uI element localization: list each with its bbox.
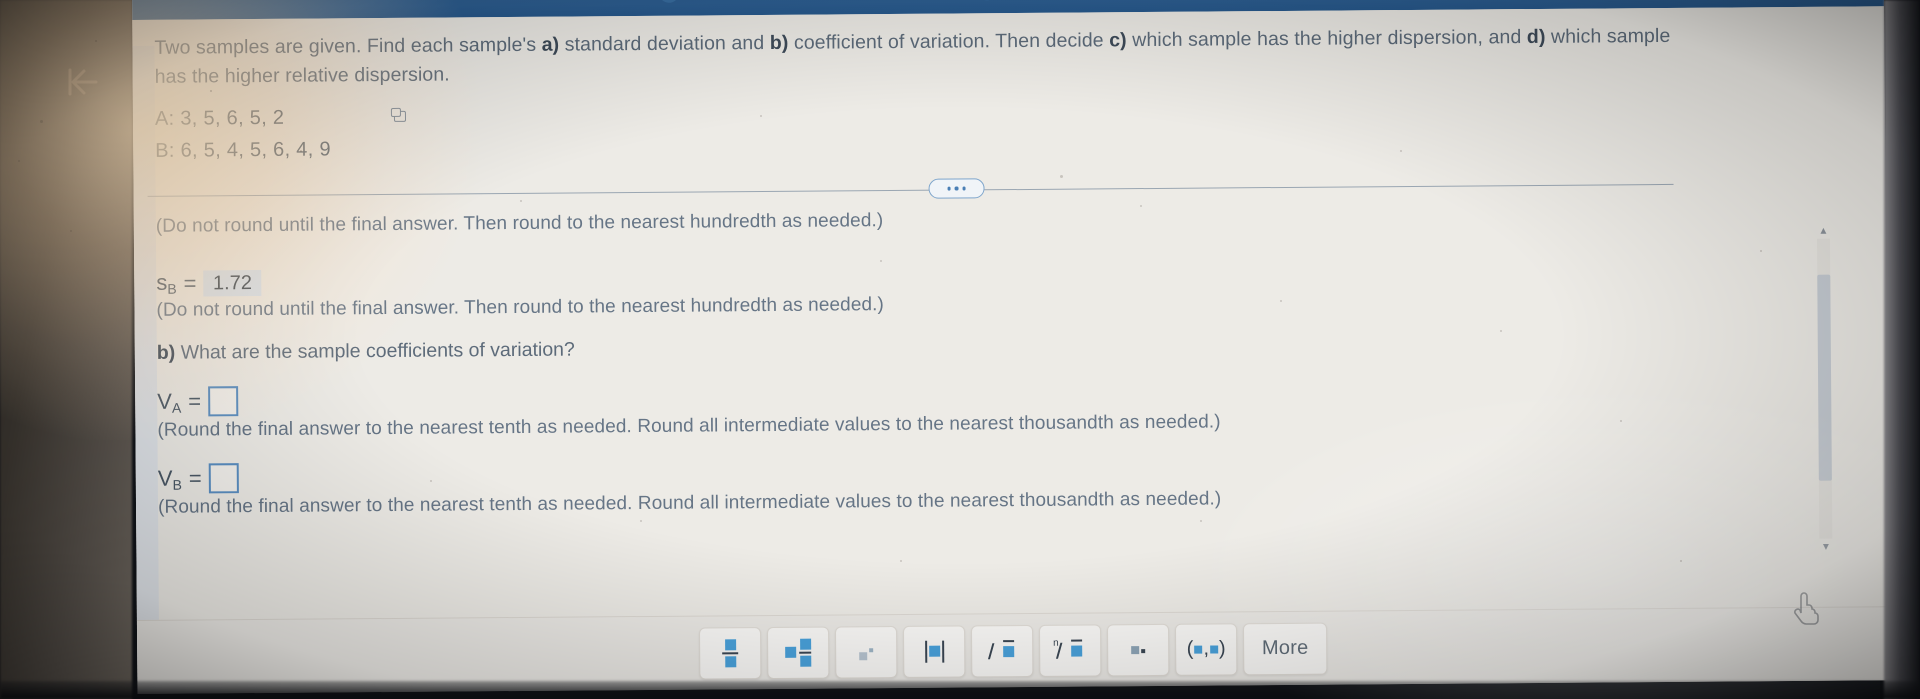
fraction-icon <box>722 638 739 667</box>
sb-equals: = <box>183 270 197 296</box>
hint-sa: (Do not round until the final answer. Th… <box>155 210 884 237</box>
stmt-bold-c: c) <box>1109 29 1127 52</box>
scrollbar-thumb[interactable] <box>1817 274 1832 481</box>
stmt-line-2: higher relative dispersion. <box>224 63 450 88</box>
sb-label: sB <box>156 269 177 297</box>
question-b-text: What are the sample coefficients of vari… <box>175 338 575 364</box>
stmt-seg-2: standard deviation and <box>559 31 770 56</box>
stmt-seg-3: coefficient of variation. Then decide <box>788 29 1110 54</box>
exponent-icon <box>859 647 874 660</box>
hand-cursor <box>1794 592 1819 625</box>
va-label: VA <box>157 388 182 416</box>
dot-1 <box>947 186 951 191</box>
stmt-bold-d: d) <box>1526 25 1546 49</box>
sb-answer-input[interactable]: 1.72 <box>203 269 262 296</box>
ordered-pair-icon: (,) <box>1186 637 1226 660</box>
right-bezel <box>1884 0 1920 699</box>
mixed-number-icon <box>785 638 812 667</box>
bottom-bezel <box>0 681 1920 699</box>
absolute-value-icon <box>924 640 944 663</box>
copy-icon-front <box>390 107 401 117</box>
left-bezel <box>0 0 132 699</box>
section-divider <box>147 183 1674 197</box>
nth-root-button[interactable]: n <box>1038 623 1102 677</box>
ordered-pair-button[interactable]: (,) <box>1174 622 1238 676</box>
topbar-icon-left[interactable] <box>658 0 680 3</box>
stmt-bold-a: a) <box>541 33 560 56</box>
screen-content: Part 2 of 4 Points: 0.5 of 1 Two samples… <box>132 0 1890 694</box>
question-b-label: b) <box>156 341 176 364</box>
skip-back-icon[interactable] <box>62 62 106 102</box>
dot-2 <box>954 186 959 191</box>
va-equals: = <box>188 388 202 414</box>
stmt-bold-b: b) <box>769 31 789 54</box>
scroll-up-arrow[interactable]: ▲ <box>1817 225 1830 238</box>
square-root-button[interactable] <box>970 624 1034 677</box>
photographed-screen: Part 2 of 4 Points: 0.5 of 1 Two samples… <box>0 0 1920 699</box>
absolute-value-button[interactable] <box>902 624 966 678</box>
subscript-icon <box>1131 645 1146 654</box>
vb-equals: = <box>188 465 202 491</box>
mixed-number-button[interactable] <box>766 626 830 679</box>
stmt-seg-4: which sample has the higher dispersion, … <box>1126 26 1527 52</box>
expand-ellipsis-button[interactable] <box>928 178 985 199</box>
square-root-icon <box>987 639 1015 662</box>
question-b: b) What are the sample coefficients of v… <box>157 330 1657 365</box>
scroll-down-arrow[interactable]: ▼ <box>1819 541 1832 554</box>
more-symbols-button[interactable]: More <box>1242 622 1328 675</box>
fraction-button[interactable] <box>698 626 762 680</box>
exponent-button[interactable] <box>834 625 898 678</box>
copy-icon[interactable] <box>390 107 408 124</box>
sample-a: A: 3, 5, 6, 5, 2 <box>154 106 285 130</box>
problem-statement: Two samples are given. Find each sample'… <box>154 22 1694 92</box>
vb-label: VB <box>157 465 182 493</box>
exercise-sheet: Two samples are given. Find each sample'… <box>132 6 1890 694</box>
nth-root-icon: n <box>1053 637 1083 662</box>
subscript-button[interactable] <box>1106 623 1170 676</box>
dot-3 <box>962 186 966 191</box>
va-answer-input[interactable] <box>207 386 239 417</box>
vb-answer-input[interactable] <box>208 463 239 494</box>
answer-body: (Do not round until the final answer. Th… <box>156 204 1658 525</box>
stmt-seg-1: Two samples are given. Find each sample'… <box>154 33 542 59</box>
sample-b: B: 6, 5, 4, 5, 6, 4, 9 <box>155 138 331 162</box>
